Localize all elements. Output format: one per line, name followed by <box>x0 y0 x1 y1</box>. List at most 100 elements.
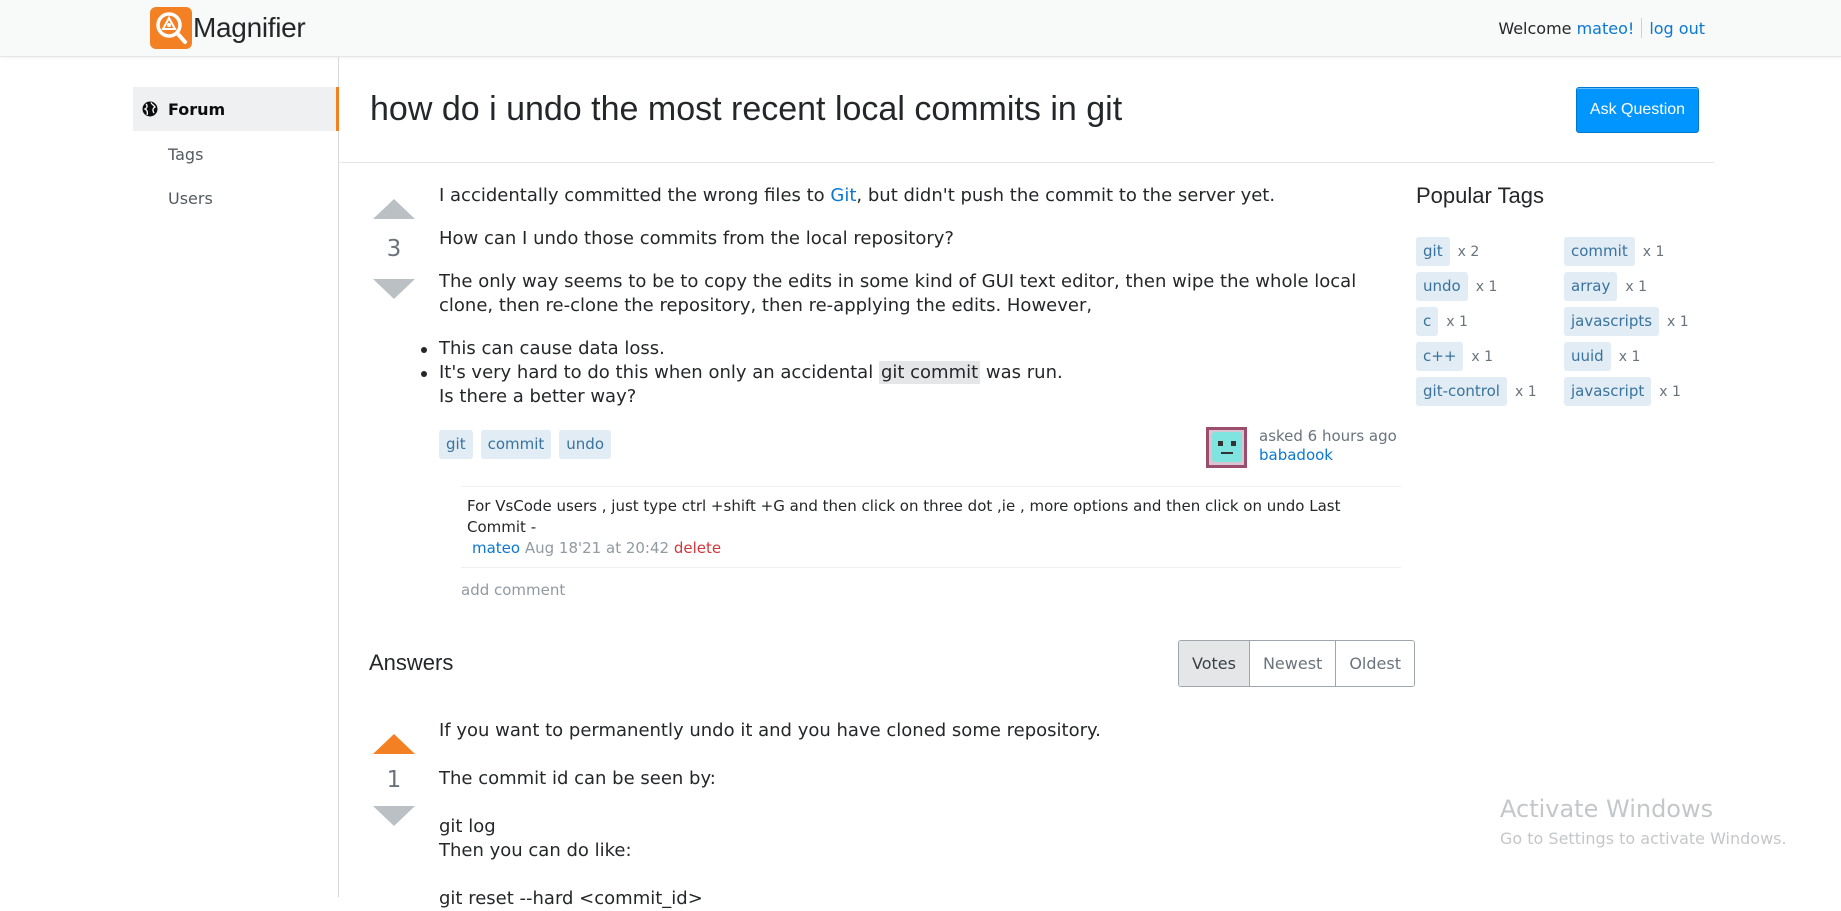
answers-heading: Answers <box>369 650 454 675</box>
username-link[interactable]: mateo! <box>1577 19 1635 38</box>
left-sidebar: Forum Tags Users <box>0 57 339 897</box>
answer-paragraph: Then you can do like: <box>439 840 632 861</box>
tag-c[interactable]: c <box>1416 307 1439 336</box>
popular-tag: git-control x 1 <box>1416 377 1537 406</box>
tag-git[interactable]: git <box>1416 237 1450 266</box>
tag-javascript[interactable]: javascript <box>1564 377 1652 406</box>
brand-name: Magnifier <box>193 12 306 43</box>
sort-oldest-button[interactable]: Oldest <box>1336 641 1414 686</box>
popular-tags-title: Popular Tags <box>1416 183 1545 208</box>
text: , but didn't push the commit to the serv… <box>856 185 1276 206</box>
sidebar-item-label: Forum <box>168 99 226 119</box>
downvote-arrow-icon[interactable] <box>373 806 415 826</box>
tag-commit[interactable]: commit <box>1564 237 1635 266</box>
popular-tag: git x 2 <box>1416 237 1479 266</box>
comment: For VsCode users , just type ctrl +shift… <box>461 486 1401 568</box>
vote-count: 3 <box>386 236 402 262</box>
sidebar-item-tags[interactable]: Tags <box>133 132 339 176</box>
tag-count: x 1 <box>1475 278 1498 295</box>
tag-cpp[interactable]: c++ <box>1416 342 1464 371</box>
question-tags: git commit undo <box>439 430 611 459</box>
text: It's very hard to do this when only an a… <box>439 362 879 383</box>
tag-count: x 1 <box>1514 383 1537 400</box>
watermark-subtitle: Go to Settings to activate Windows. <box>1500 829 1787 848</box>
tag-undo[interactable]: undo <box>559 430 611 459</box>
tag-undo[interactable]: undo <box>1416 272 1468 301</box>
add-comment-link[interactable]: add comment <box>461 581 1401 599</box>
popular-tag: undo x 1 <box>1416 272 1497 301</box>
comment-section: For VsCode users , just type ctrl +shift… <box>461 486 1401 599</box>
tag-array[interactable]: array <box>1564 272 1618 301</box>
text: I accidentally committed the wrong files… <box>439 185 831 206</box>
author-info: asked 6 hours ago babadook <box>1259 427 1397 468</box>
answer-code-line: git reset --hard <commit_id> <box>439 888 703 909</box>
tag-commit[interactable]: commit <box>480 430 552 459</box>
vote-count: 1 <box>386 767 402 793</box>
popular-tag: commit x 1 <box>1564 237 1664 266</box>
answer-vote-panel: 1 <box>370 734 418 826</box>
sidebar-item-users[interactable]: Users <box>133 176 339 220</box>
git-link[interactable]: Git <box>830 185 856 206</box>
question-body: I accidentally committed the wrong files… <box>421 184 1401 409</box>
upvote-arrow-icon[interactable] <box>373 199 415 219</box>
author-link[interactable]: babadook <box>1259 446 1333 464</box>
question-paragraph: How can I undo those commits from the lo… <box>439 228 954 249</box>
welcome-text: Welcome <box>1498 18 1572 38</box>
sidebar-item-label: Users <box>168 188 213 208</box>
text: Is there a better way? <box>439 386 637 407</box>
magnifier-logo-icon <box>150 7 192 49</box>
answer-body: If you want to permanently undo it and y… <box>439 719 1401 911</box>
answer-sort-tabs: Votes Newest Oldest <box>1178 640 1415 687</box>
popular-tag: c x 1 <box>1416 307 1468 336</box>
answer-paragraph: The commit id can be seen by: <box>439 768 716 789</box>
watermark-title: Activate Windows <box>1500 795 1714 823</box>
question-header: how do i undo the most recent local comm… <box>339 57 1714 163</box>
tag-count: x 1 <box>1625 278 1647 295</box>
tag-count: x 1 <box>1642 243 1665 260</box>
answer-code-line: git log <box>439 816 496 837</box>
question-list: This can cause data loss. It's very hard… <box>421 337 1401 409</box>
sort-votes-button[interactable]: Votes <box>1179 641 1250 686</box>
comment-user-link[interactable]: mateo <box>472 539 520 557</box>
popular-tags-panel: Popular Tags git x 2 commit x 1 undo x 1 ar… <box>1416 183 1716 406</box>
ask-question-button[interactable]: Ask Question <box>1576 87 1699 133</box>
logout-link[interactable]: log out <box>1649 19 1705 38</box>
tag-git-control[interactable]: git-control <box>1416 377 1507 406</box>
tag-count: x 1 <box>1659 383 1681 400</box>
tag-count: x 2 <box>1457 243 1480 260</box>
list-item: This can cause data loss. <box>421 337 1401 361</box>
text: was run. <box>980 362 1063 383</box>
popular-tag: javascript x 1 <box>1564 377 1681 406</box>
sidebar-item-forum[interactable]: Forum <box>133 87 339 131</box>
tag-count: x 1 <box>1667 313 1689 330</box>
avatar[interactable] <box>1206 427 1247 468</box>
activate-windows-watermark: Activate Windows Go to Settings to activ… <box>1500 795 1787 848</box>
sidebar-item-label: Tags <box>168 144 204 164</box>
question-vote-panel: 3 <box>370 199 418 299</box>
delete-comment-link[interactable]: delete <box>674 539 721 557</box>
top-bar: Magnifier Welcome mateo! log out <box>0 0 1841 57</box>
globe-icon <box>142 101 158 117</box>
tag-count: x 1 <box>1446 313 1468 330</box>
upvote-arrow-icon[interactable] <box>373 734 415 754</box>
tag-uuid[interactable]: uuid <box>1564 342 1611 371</box>
question-paragraph: The only way seems to be to copy the edi… <box>439 271 1357 316</box>
popular-tag: javascripts x 1 <box>1564 307 1689 336</box>
inline-code: git commit <box>878 361 981 384</box>
list-item: It's very hard to do this when only an a… <box>421 361 1401 409</box>
asked-time: asked 6 hours ago <box>1259 427 1397 445</box>
tag-git[interactable]: git <box>439 430 473 459</box>
sort-newest-button[interactable]: Newest <box>1249 641 1337 686</box>
logo[interactable]: Magnifier <box>150 7 306 49</box>
author-card: asked 6 hours ago babadook <box>1206 427 1397 468</box>
page-title: how do i undo the most recent local comm… <box>370 90 1123 128</box>
downvote-arrow-icon[interactable] <box>373 279 415 299</box>
divider <box>1641 18 1643 38</box>
comment-date: Aug 18'21 at 20:42 <box>524 539 670 557</box>
popular-tag: c++ x 1 <box>1416 342 1493 371</box>
comment-text: For VsCode users , just type ctrl +shift… <box>467 497 1341 536</box>
tag-count: x 1 <box>1618 348 1641 365</box>
popular-tag: array x 1 <box>1564 272 1647 301</box>
tag-javascripts[interactable]: javascripts <box>1564 307 1660 336</box>
popular-tag: uuid x 1 <box>1564 342 1640 371</box>
